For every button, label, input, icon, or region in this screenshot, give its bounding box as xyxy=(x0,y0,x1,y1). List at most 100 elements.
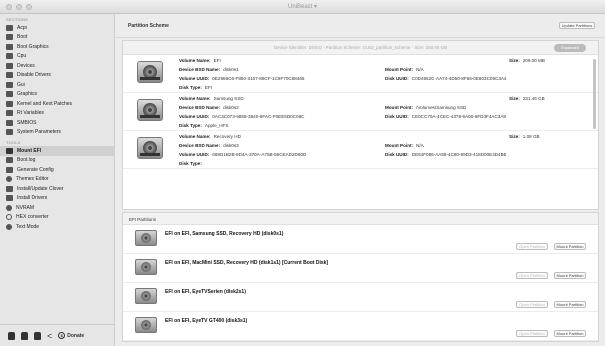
field-value: 1.08 GB xyxy=(522,134,540,139)
coin-icon: $ xyxy=(58,332,66,339)
field-value: disk0s1 xyxy=(223,67,239,72)
grid-icon xyxy=(6,91,13,98)
field-label: Device BSD Name: xyxy=(179,105,221,110)
field-label: Disk UUID: xyxy=(385,152,409,157)
sidebar-item-cpu[interactable]: Cpu xyxy=(0,52,114,62)
sidebar-item-boot[interactable]: Boot xyxy=(0,33,114,43)
open-partition-button[interactable]: Open Partition xyxy=(516,301,548,308)
sidebar-section-title: Sections xyxy=(6,17,29,22)
volume-field-volume-uuid: Volume UUID: 0AC3C073-9858-3840-8FAC-F0EE… xyxy=(179,114,304,119)
volume-field-mount: Mount Point: N/A xyxy=(385,67,424,72)
field-value: CE0CC70A-4CEC-4378-9A00-6FD3F4AC3A9 xyxy=(411,114,506,119)
efi-partition-name: EFI on EFI, Samsung SSD, Recovery HD (di… xyxy=(165,231,284,237)
sidebar-item-boot-log[interactable]: Boot.log xyxy=(0,156,114,166)
field-label: Size: xyxy=(509,134,520,139)
volume-field-disk-uuid: Disk UUID: DE54F086-AA58-4C80-89D3-418D00… xyxy=(385,152,506,157)
download-icon xyxy=(6,185,13,192)
sidebar-item-text-mode[interactable]: Text Mode xyxy=(0,222,114,232)
field-label: Device BSD Name: xyxy=(179,143,221,148)
sidebar-item-disable-drivers[interactable]: Disable Drivers xyxy=(0,71,114,81)
field-value: 209.00 MB xyxy=(522,58,545,63)
sidebar-item-generate-config[interactable]: Generate Config xyxy=(0,165,114,175)
grid-icon xyxy=(6,110,13,117)
share-icon[interactable]: < xyxy=(47,331,52,340)
volume-row[interactable]: Volume Name: EFI Size: 209.00 MB Device BSD … xyxy=(123,55,598,93)
volume-row[interactable]: Volume Name: Samsung SSD Size: 231.46 GB Dev… xyxy=(123,93,598,131)
sidebar-item-themes-editor[interactable]: Themes Editor xyxy=(0,175,114,185)
sidebar-item-label: HEX converter xyxy=(16,214,49,221)
efi-partition-row: EFI on EFI, MacMini SSD, Recovery HD (di… xyxy=(123,254,598,283)
donate-label: Donate xyxy=(67,332,85,339)
efi-partition-name: EFI on EFI, EyeTVSerien (disk2s1) xyxy=(165,289,246,295)
sidebar-item-install-update-clover[interactable]: Install/Update Clover xyxy=(0,184,114,194)
grid-icon xyxy=(6,81,13,88)
volume-field-name: Volume Name: Recovery HD xyxy=(179,134,241,139)
grid-icon xyxy=(6,119,13,126)
open-partition-button[interactable]: Open Partition xyxy=(516,272,548,279)
home-icon[interactable] xyxy=(34,331,41,340)
field-label: Volume Name: xyxy=(179,134,211,139)
field-label: Size: xyxy=(509,58,520,63)
sidebar-item-devices[interactable]: Devices xyxy=(0,61,114,71)
field-value: disk0s2 xyxy=(223,105,239,110)
update-partitions-button[interactable]: Update Partitions xyxy=(559,22,595,29)
volume-field-bsd: Device BSD Name: disk0s1 xyxy=(179,67,239,72)
sidebar-item-mount-efi[interactable]: Mount EFI xyxy=(0,146,114,156)
open-partition-button[interactable]: Open Partition xyxy=(516,330,548,337)
hard-disk-icon xyxy=(135,230,157,246)
efi-partitions-header: EFI Partitions xyxy=(123,213,598,225)
sidebar-item-label: Text Mode xyxy=(16,223,40,230)
sidebar-item-nvram[interactable]: NVRAM xyxy=(0,203,114,213)
sidebar-item-label: Cpu xyxy=(17,53,27,60)
chip-icon xyxy=(6,204,12,211)
field-label: Disk Type: xyxy=(179,161,202,166)
theme-icon xyxy=(6,176,12,183)
open-partition-button[interactable]: Open Partition xyxy=(516,243,548,250)
field-value: C0D4952C-AA74-4D50-8F56-0E803C09C3A4 xyxy=(411,76,507,81)
app-window: UniBeast ▾ Sections Acpi Boot Boot Graphics… xyxy=(0,0,605,346)
partition-scheme-panel: Device Identifier: DISK0 · Partition Sch… xyxy=(122,40,599,210)
sidebar-item-rt-variables[interactable]: Rt Variables xyxy=(0,109,114,119)
sidebar-item-label: Boot xyxy=(17,34,28,41)
sidebar-item-smbios[interactable]: SMBIOS xyxy=(0,118,114,128)
disk-info-bar: Device Identifier: DISK0 · Partition Sch… xyxy=(123,41,598,55)
volume-field-disk-uuid: Disk UUID: C0D4952C-AA74-4D50-8F56-0E803C… xyxy=(385,76,507,81)
volume-field-type: Disk Type: EFI xyxy=(179,85,212,90)
volume-field-size: Size: 1.08 GB xyxy=(509,134,540,139)
field-value: DE54F086-AA58-4C80-89D3-418D00E4D4B5 xyxy=(411,152,507,157)
disk-icon xyxy=(6,147,13,154)
field-value: 0E2986C6-F860-3107-89CF-1C9F70C68465 xyxy=(212,76,305,81)
sidebar-item-hex-converter[interactable]: HEX converter xyxy=(0,213,114,223)
grid-icon xyxy=(6,100,13,107)
sidebar-item-acpi[interactable]: Acpi xyxy=(0,23,114,33)
sidebar-item-label: Install Drivers xyxy=(17,195,48,202)
sidebar-item-install-drivers[interactable]: Install Drivers xyxy=(0,194,114,204)
volume-row[interactable]: Volume Name: Recovery HD Size: 1.08 GB Devic… xyxy=(123,131,598,169)
volume-field-volume-uuid: Volume UUID: 0E2986C6-F860-3107-89CF-1C9F… xyxy=(179,76,304,81)
sidebar-item-label: Devices xyxy=(17,62,35,69)
disk-info-text: Device Identifier: DISK0 · Partition Sch… xyxy=(273,45,448,50)
donate-button[interactable]: $ Donate xyxy=(58,332,84,339)
vertical-scrollbar[interactable] xyxy=(593,59,596,129)
wand-icon xyxy=(6,166,13,173)
field-label: Volume UUID: xyxy=(179,114,210,119)
disk-utility-icon[interactable] xyxy=(8,331,15,340)
expanded-badge[interactable]: Expanded xyxy=(554,44,586,52)
sidebar-item-kernel-and-kext-patches[interactable]: Kernel and Kext Patches xyxy=(0,99,114,109)
mount-partition-button[interactable]: Mount Partition xyxy=(554,272,586,279)
boot-volume-icon[interactable] xyxy=(21,331,28,340)
sidebar-item-gui[interactable]: Gui xyxy=(0,80,114,90)
mount-partition-button[interactable]: Mount Partition xyxy=(554,301,586,308)
sidebar-item-label: Generate Config xyxy=(17,166,54,173)
field-label: Disk Type: xyxy=(179,123,202,128)
field-label: Volume UUID: xyxy=(179,152,210,157)
sidebar-item-system-parameters[interactable]: System Parameters xyxy=(0,128,114,138)
sidebar-item-graphics[interactable]: Graphics xyxy=(0,90,114,100)
field-label: Device BSD Name: xyxy=(179,67,221,72)
volume-field-type: Disk Type: Apple_HFS xyxy=(179,123,228,128)
mount-partition-button[interactable]: Mount Partition xyxy=(554,330,586,337)
sidebar-item-boot-graphics[interactable]: Boot Graphics xyxy=(0,42,114,52)
mount-partition-button[interactable]: Mount Partition xyxy=(554,243,586,250)
efi-partition-row: EFI on EFI, EyeTVSerien (disk2s1) Open Pa… xyxy=(123,283,598,312)
efi-partitions-panel: EFI Partitions EFI on EFI, Samsung SSD, … xyxy=(122,212,599,342)
